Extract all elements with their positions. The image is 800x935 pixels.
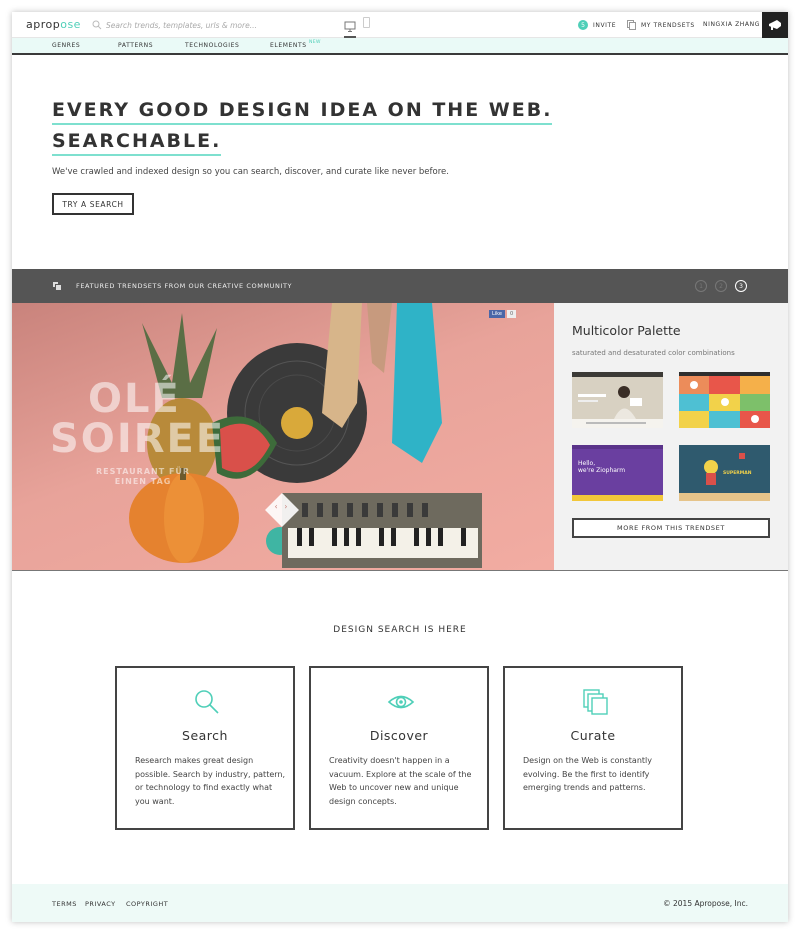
card-title: Discover <box>369 728 429 743</box>
card-title: Search <box>182 728 228 743</box>
mobile-view-toggle[interactable] <box>363 17 370 28</box>
megaphone-icon <box>769 20 781 30</box>
trendset-description: saturated and desaturated color combinat… <box>572 349 735 357</box>
carousel-arrows-icon: ‹ › <box>274 502 290 511</box>
pager-dot-2[interactable]: 2 <box>715 280 727 292</box>
card-text: Design on the Web is constantly evolving… <box>523 756 652 792</box>
facebook-like-label: Like <box>489 310 505 318</box>
eye-icon <box>387 695 415 709</box>
thumbnail-3-text-2: we're Ziopharm <box>578 467 626 474</box>
showcase-tagline-2: EINEN TAG <box>114 477 172 486</box>
feature-card-search: Search Research makes great design possi… <box>115 666 295 830</box>
footer-terms-link[interactable]: TERMS <box>52 900 77 908</box>
try-a-search-button[interactable]: TRY A SEARCH <box>52 193 134 215</box>
design-search-heading: DESIGN SEARCH IS HERE <box>333 625 467 635</box>
category-nav: GENRES PATTERNS TECHNOLOGIES ELEMENTS NE… <box>12 38 788 55</box>
hero-subtitle: We've crawled and indexed design so you … <box>52 167 449 177</box>
my-trendsets-link[interactable]: MY TRENDSETS <box>627 19 695 31</box>
page-frame: apropose 5 INVITE MY TRENDSE <box>12 12 788 922</box>
logo-text: aprop <box>26 18 61 31</box>
nav-elements[interactable]: ELEMENTS <box>270 42 307 49</box>
feature-card-discover: Discover Creativity doesn't happen in a … <box>309 666 489 830</box>
stack-icon <box>583 689 608 715</box>
user-name[interactable]: NINGXIA ZHANG <box>703 21 760 28</box>
facebook-like-button[interactable]: Like 0 <box>489 310 517 318</box>
search-icon <box>92 20 102 30</box>
nav-patterns[interactable]: PATTERNS <box>118 42 153 49</box>
hero-title-line2: SEARCHABLE. <box>52 130 222 156</box>
trendset-panel: Multicolor Palette saturated and desatur… <box>554 303 788 570</box>
trendset-title[interactable]: Multicolor Palette <box>572 323 681 338</box>
nav-genres[interactable]: GENRES <box>52 42 80 49</box>
invite-button[interactable]: 5 INVITE <box>578 19 616 31</box>
user-menu-button[interactable] <box>762 12 788 38</box>
logo[interactable]: apropose <box>26 18 81 31</box>
thumbnail-3-text-1: Hello, <box>578 460 596 467</box>
footer-privacy-link[interactable]: PRIVACY <box>85 900 116 908</box>
trendset-thumbnail-3[interactable]: Hello, we're Ziopharm <box>572 445 663 501</box>
desktop-view-toggle[interactable] <box>344 18 356 38</box>
hero-title-line1: EVERY GOOD DESIGN IDEA ON THE WEB. <box>52 99 553 125</box>
showcase-headline-2: SOIREE <box>50 416 226 462</box>
thumbnail-1-image <box>572 372 663 428</box>
card-text: Research makes great design possible. Se… <box>135 756 286 806</box>
featured-showcase-image[interactable]: OLÉ SOIREE RESTAURANT FÜR EINEN TAG Like… <box>12 303 554 570</box>
hero-title-line2-text: SEARCHABLE. <box>52 130 222 156</box>
logo-accent-text: ose <box>60 18 81 31</box>
trendset-thumbnail-2[interactable] <box>679 372 770 428</box>
invite-label: INVITE <box>593 21 617 29</box>
section-divider <box>12 570 788 571</box>
featured-bar: FEATURED TRENDSETS FROM OUR CREATIVE COM… <box>12 269 788 303</box>
pager-dot-1[interactable]: 1 <box>695 280 707 292</box>
search-input[interactable] <box>106 18 326 32</box>
showcase-tagline-1: RESTAURANT FÜR <box>96 467 191 476</box>
footer-copyright-link[interactable]: COPYRIGHT <box>126 900 168 908</box>
trendset-thumbnail-1[interactable] <box>572 372 663 428</box>
stack-icon <box>52 281 62 291</box>
hero-title-line1-text: EVERY GOOD DESIGN IDEA ON THE WEB. <box>52 99 553 125</box>
nav-technologies[interactable]: TECHNOLOGIES <box>185 42 239 49</box>
magnifier-icon <box>195 690 219 714</box>
card-title: Curate <box>570 728 616 743</box>
thumbnail-2-image <box>679 372 770 428</box>
featured-label: FEATURED TRENDSETS FROM OUR CREATIVE COM… <box>76 282 293 290</box>
my-trendsets-label: MY TRENDSETS <box>641 21 695 29</box>
invite-count-badge: 5 <box>578 20 588 30</box>
top-bar: apropose 5 INVITE MY TRENDSE <box>12 12 788 38</box>
new-badge: NEW <box>309 40 321 45</box>
feature-card-curate: Curate Design on the Web is constantly e… <box>503 666 683 830</box>
trendsets-icon <box>627 20 636 30</box>
search-bar <box>92 18 332 32</box>
copyright-notice: © 2015 Apropose, Inc. <box>663 899 748 908</box>
thumbnail-3-headline: Hello, we're Ziopharm <box>578 460 625 474</box>
more-from-trendset-button[interactable]: MORE FROM THIS TRENDSET <box>572 518 770 538</box>
trendset-thumbnail-4[interactable]: SUPERMAN <box>679 445 770 501</box>
card-text: Creativity doesn't happen in a vacuum. E… <box>329 756 472 806</box>
showcase-headline-1: OLÉ <box>88 376 181 422</box>
pager-dot-3[interactable]: 3 <box>735 280 747 292</box>
desktop-icon <box>344 21 356 32</box>
thumbnail-4-text: SUPERMAN <box>723 471 752 476</box>
showcase-tagline: RESTAURANT FÜR EINEN TAG <box>96 467 190 487</box>
footer: TERMS PRIVACY COPYRIGHT © 2015 Apropose,… <box>12 884 788 922</box>
facebook-like-count: 0 <box>506 310 517 318</box>
